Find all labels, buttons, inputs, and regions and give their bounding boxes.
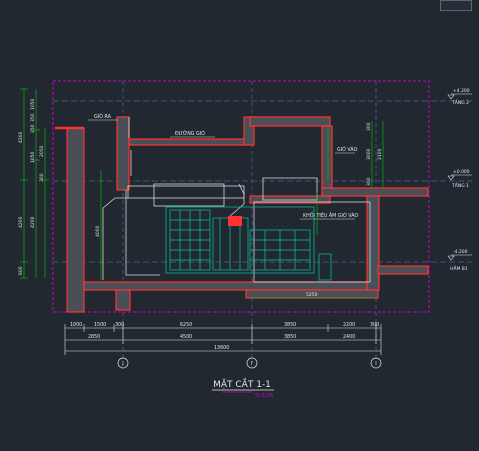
level-value-tang1: ±0.000 [453, 169, 470, 175]
dim-row2-2: 4500 [180, 334, 192, 340]
dim-left-inner-2: 350 [30, 113, 36, 122]
label-silencer: KHỐI TIÊU ÂM GIÓ VÀO [303, 211, 358, 219]
dim-left-outer-3: 600 [18, 266, 24, 275]
label-air-out: GIÓ RA [94, 113, 112, 120]
dim-left-inner-3: 250 [30, 124, 36, 133]
dim-row2-1: 2850 [88, 334, 100, 340]
drawing-scale: TL:1/35 [254, 393, 274, 399]
dim-left-inner-4: 1050 [30, 151, 36, 163]
grid-axis-i-prime: I' [251, 361, 254, 367]
exhaust-flange [228, 216, 242, 226]
dim-left-small-1: 300 [39, 173, 45, 182]
dim-floor-length: 5250 [306, 292, 318, 298]
walls [66, 116, 429, 313]
dim-upper-1: 300 [366, 122, 372, 131]
dim-left-outer-2: 4200 [18, 216, 24, 228]
label-air-duct: ĐƯỜNG GIÓ [175, 130, 205, 137]
cad-section-drawing: GIÓ RA ĐƯỜNG GIÓ GIÓ VÀO KHỐI TIÊU ÂM GI… [18, 80, 472, 399]
level-name-tang1: TẦNG 1 [451, 181, 469, 189]
grid-axis-bubbles [117, 357, 382, 369]
dim-upper-4: 300 [366, 177, 372, 186]
dim-row1-2: 1500 [94, 322, 106, 328]
grid-axis-i: I [375, 361, 376, 367]
dim-total: 13600 [214, 345, 229, 351]
dim-row1-7: 300 [370, 322, 379, 328]
dim-row2-4: 2400 [343, 334, 355, 340]
label-air-in: GIÓ VÀO [337, 146, 358, 153]
level-name-b1: HẦM B1 [450, 264, 468, 272]
dim-row1-4: 6250 [180, 322, 192, 328]
level-symbols [447, 93, 472, 261]
dim-row2-3: 3850 [284, 334, 296, 340]
dim-row1-6: 2200 [343, 322, 355, 328]
dim-upper-3: 2100 [377, 148, 383, 160]
dim-left-inner-1: 1050 [30, 98, 36, 110]
dim-room-height: 4000 [95, 225, 101, 237]
dim-left-small-2: 2050 [39, 145, 45, 157]
dim-row1-3: 300 [115, 322, 124, 328]
corner-logo-box [440, 0, 472, 11]
dim-upper-2: 3000 [366, 148, 372, 160]
level-name-tang2: TẦNG 2 [451, 98, 469, 106]
grid-axis-j: J [121, 361, 123, 367]
dim-row1-1: 1000 [70, 322, 82, 328]
dim-left-inner-5: 4200 [30, 216, 36, 228]
drawing-title: MẶT CẮT 1-1 [213, 377, 271, 390]
level-value-tang2: +4.200 [453, 88, 470, 94]
dim-left-outer-1: 4200 [18, 131, 24, 143]
dim-row1-5: 3850 [284, 322, 296, 328]
level-value-b1: -4.200 [453, 249, 468, 255]
